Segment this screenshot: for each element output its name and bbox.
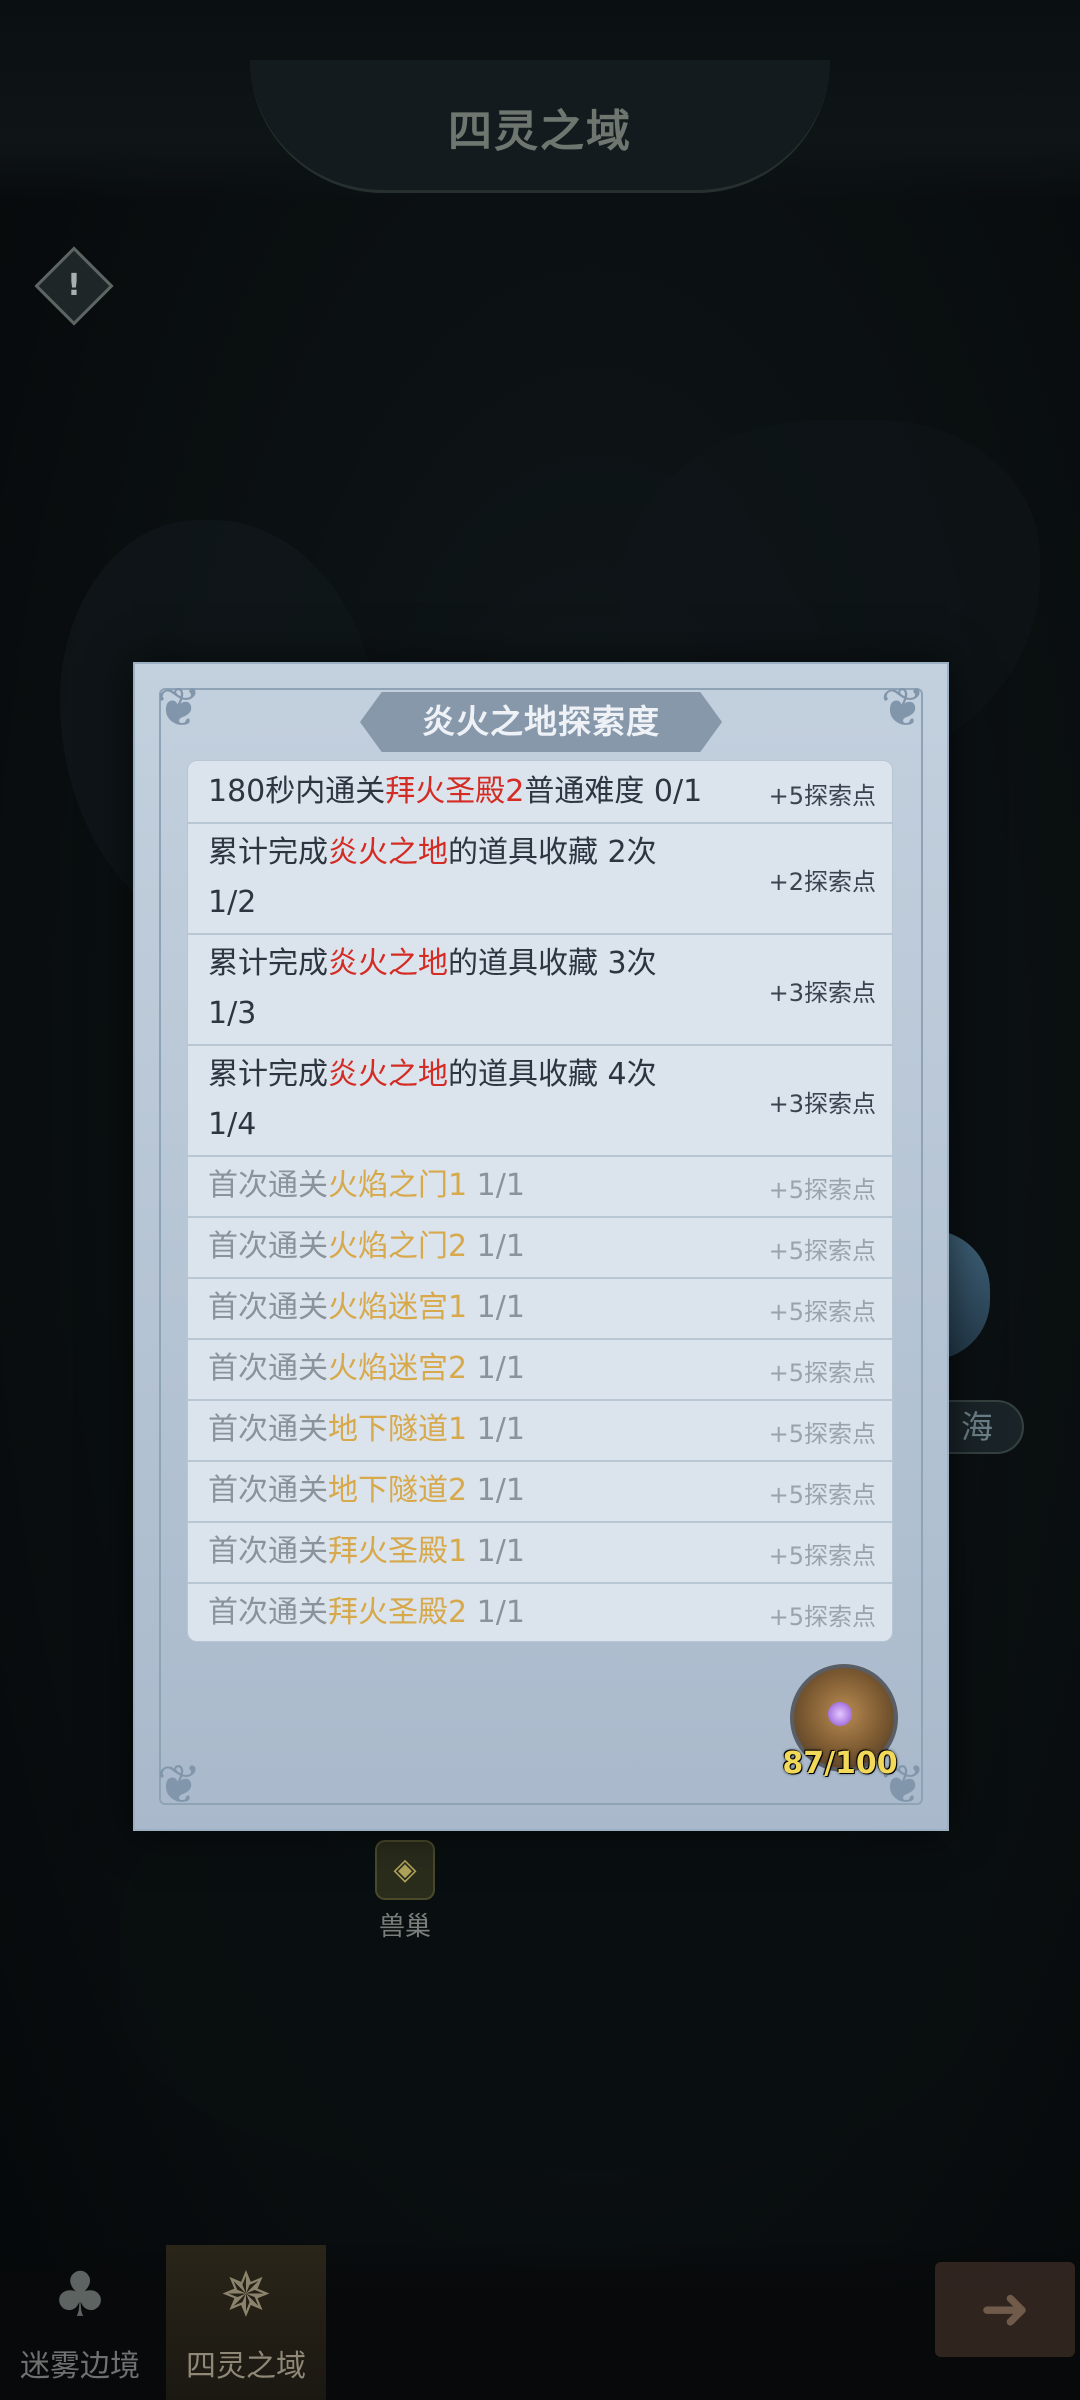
task-list[interactable]: 180秒内通关拜火圣殿2普通难度 0/1 +5探索点 累计完成炎火之地的道具收藏 2…: [187, 760, 893, 1642]
task-highlight: 火焰迷宫2: [328, 1351, 468, 1386]
task-reward: +5探索点: [768, 1297, 876, 1326]
task-reward: +3探索点: [768, 1089, 876, 1118]
bottom-nav: [0, 2240, 1080, 2400]
corner-ornament-icon: ❦: [880, 676, 926, 739]
exploration-progress-count: 87/100: [782, 1746, 898, 1781]
task-highlight: 炎火之地: [328, 1057, 448, 1092]
top-header: 四灵之域: [0, 0, 1080, 200]
task-row: 首次通关地下隧道1 1/1 +5探索点: [188, 1399, 892, 1462]
task-prefix: 首次通关: [208, 1412, 328, 1447]
task-suffix: 1/1: [467, 1534, 525, 1569]
task-suffix: 的道具收藏 2次: [448, 835, 657, 870]
tab-label: 迷雾边境: [20, 2349, 140, 2384]
task-prefix: 首次通关: [208, 1168, 328, 1203]
task-reward: +5探索点: [768, 781, 876, 810]
task-highlight: 火焰迷宫1: [328, 1290, 468, 1325]
task-row: 首次通关拜火圣殿2 1/1 +5探索点: [188, 1582, 892, 1641]
task-highlight: 火焰之门2: [328, 1229, 468, 1264]
tab-label: 四灵之域: [186, 2349, 306, 2384]
task-reward: +5探索点: [768, 1541, 876, 1570]
tab-four-spirits-domain[interactable]: ✵ 四灵之域: [166, 2245, 326, 2400]
task-text: 180秒内通关拜火圣殿2普通难度 0/1: [208, 767, 708, 817]
task-prefix: 累计完成: [208, 1057, 328, 1092]
task-suffix: 1/1: [467, 1412, 525, 1447]
task-highlight: 炎火之地: [328, 946, 448, 981]
task-progress: 1/2: [208, 885, 257, 920]
exploration-modal: ❦ ❦ ❦ ❦ 炎火之地探索度 180秒内通关拜火圣殿2普通难度 0/1 +5探索…: [133, 662, 949, 1831]
task-prefix: 首次通关: [208, 1595, 328, 1630]
den-icon: ◈: [375, 1840, 435, 1900]
task-progress: 1/4: [208, 1107, 257, 1142]
task-prefix: 累计完成: [208, 835, 328, 870]
den-node[interactable]: ◈ 兽巢: [360, 1840, 450, 1943]
task-text: 首次通关火焰之门2 1/1: [208, 1222, 708, 1272]
exploration-reward-chest[interactable]: 87/100: [775, 1654, 905, 1784]
task-row: 首次通关火焰迷宫1 1/1 +5探索点: [188, 1277, 892, 1340]
task-row: 首次通关地下隧道2 1/1 +5探索点: [188, 1460, 892, 1523]
task-prefix: 累计完成: [208, 946, 328, 981]
corner-ornament-icon: ❦: [156, 676, 202, 739]
task-reward: +5探索点: [768, 1358, 876, 1387]
task-suffix: 1/1: [467, 1351, 525, 1386]
tab-mist-frontier[interactable]: ♣ 迷雾边境: [0, 2245, 160, 2400]
task-suffix: 的道具收藏 3次: [448, 946, 657, 981]
den-label: 兽巢: [378, 1912, 431, 1942]
task-highlight: 地下隧道2: [328, 1473, 468, 1508]
task-reward: +5探索点: [768, 1419, 876, 1448]
task-reward: +5探索点: [768, 1236, 876, 1265]
task-reward: +5探索点: [768, 1602, 876, 1631]
task-text: 累计完成炎火之地的道具收藏 2次 1/2: [208, 828, 708, 928]
task-prefix: 首次通关: [208, 1229, 328, 1264]
task-prefix: 首次通关: [208, 1534, 328, 1569]
task-text: 首次通关火焰迷宫1 1/1: [208, 1283, 708, 1333]
page-title: 四灵之域: [448, 106, 632, 157]
task-row: 累计完成炎火之地的道具收藏 2次 1/2 +2探索点: [188, 822, 892, 935]
task-highlight: 拜火圣殿2: [385, 774, 525, 809]
task-highlight: 拜火圣殿1: [328, 1534, 468, 1569]
task-suffix: 普通难度 0/1: [524, 774, 703, 809]
modal-title: 炎火之地探索度: [422, 702, 660, 741]
task-text: 首次通关拜火圣殿2 1/1: [208, 1588, 708, 1638]
task-reward: +5探索点: [768, 1175, 876, 1204]
task-row: 首次通关火焰之门1 1/1 +5探索点: [188, 1155, 892, 1218]
task-text: 累计完成炎火之地的道具收藏 4次 1/4: [208, 1050, 708, 1150]
task-row: 180秒内通关拜火圣殿2普通难度 0/1 +5探索点: [188, 761, 892, 824]
task-text: 首次通关火焰迷宫2 1/1: [208, 1344, 708, 1394]
task-highlight: 拜火圣殿2: [328, 1595, 468, 1630]
task-row: 累计完成炎火之地的道具收藏 4次 1/4 +3探索点: [188, 1044, 892, 1157]
task-suffix: 1/1: [467, 1473, 525, 1508]
task-highlight: 地下隧道1: [328, 1412, 468, 1447]
task-text: 首次通关拜火圣殿1 1/1: [208, 1527, 708, 1577]
task-row: 首次通关火焰之门2 1/1 +5探索点: [188, 1216, 892, 1279]
task-highlight: 炎火之地: [328, 835, 448, 870]
task-text: 首次通关火焰之门1 1/1: [208, 1161, 708, 1211]
task-prefix: 首次通关: [208, 1290, 328, 1325]
task-reward: +5探索点: [768, 1480, 876, 1509]
task-text: 累计完成炎火之地的道具收藏 3次 1/3: [208, 939, 708, 1039]
arrow-right-icon[interactable]: ➜: [935, 2262, 1075, 2357]
eye-emblem-icon: ✵: [220, 2258, 272, 2331]
task-prefix: 180秒内通关: [208, 774, 386, 809]
task-highlight: 火焰之门1: [328, 1168, 468, 1203]
task-reward: +3探索点: [768, 978, 876, 1007]
task-progress: 1/3: [208, 996, 257, 1031]
task-suffix: 的道具收藏 4次: [448, 1057, 657, 1092]
corner-ornament-icon: ❦: [156, 1753, 202, 1816]
task-reward: +2探索点: [768, 867, 876, 896]
task-text: 首次通关地下隧道1 1/1: [208, 1405, 708, 1455]
task-suffix: 1/1: [467, 1229, 525, 1264]
task-suffix: 1/1: [467, 1595, 525, 1630]
task-row: 首次通关拜火圣殿1 1/1 +5探索点: [188, 1521, 892, 1584]
tree-icon: ♣: [52, 2258, 108, 2331]
task-text: 首次通关地下隧道2 1/1: [208, 1466, 708, 1516]
task-suffix: 1/1: [467, 1168, 525, 1203]
task-suffix: 1/1: [467, 1290, 525, 1325]
chest-gem: [828, 1702, 852, 1726]
task-prefix: 首次通关: [208, 1351, 328, 1386]
task-prefix: 首次通关: [208, 1473, 328, 1508]
task-row: 累计完成炎火之地的道具收藏 3次 1/3 +3探索点: [188, 933, 892, 1046]
task-row: 首次通关火焰迷宫2 1/1 +5探索点: [188, 1338, 892, 1401]
